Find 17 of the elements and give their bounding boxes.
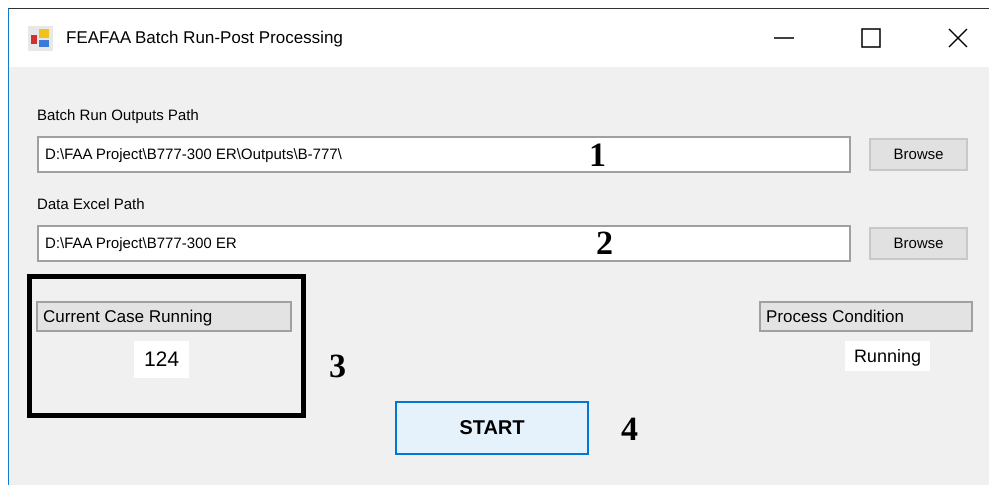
field-label: Data Excel Path [37,195,146,215]
field-label: Batch Run Outputs Path [37,106,200,126]
close-icon[interactable] [948,28,968,48]
condition-label: Process Condition [759,301,973,332]
condition-status: Running [844,341,930,371]
browse-button[interactable]: Browse [869,138,968,171]
annotation-number: 2 [596,227,613,261]
app-icon [28,26,53,50]
window-title: FEAFAA Batch Run-Post Processing [66,28,343,48]
annotation-number: 1 [589,139,606,173]
maximize-icon[interactable] [861,28,881,48]
annotation-number: 4 [621,413,638,447]
browse-button[interactable]: Browse [869,227,968,260]
case-number: 124 [134,341,190,378]
start-button[interactable]: START [395,401,589,455]
case-label: Current Case Running [36,301,292,332]
annotation-number: 3 [329,350,346,384]
